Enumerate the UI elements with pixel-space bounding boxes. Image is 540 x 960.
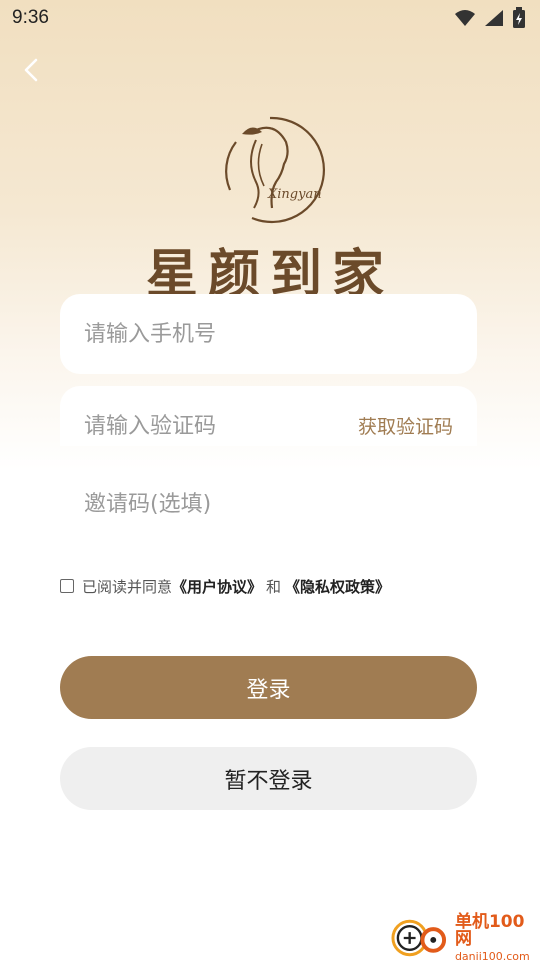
privacy-policy-link[interactable]: 《隐私权政策》 [285,576,390,597]
agreement-checkbox[interactable] [60,579,74,593]
agreement-and: 和 [266,577,282,596]
phone-field[interactable] [60,294,477,374]
code-field[interactable]: 获取验证码 [60,386,477,446]
logo-text: Xingyan [267,187,322,202]
watermark-sub: danji100.com [454,950,530,960]
user-agreement-link[interactable]: 《用户协议》 [172,576,262,597]
phone-input[interactable] [84,314,453,354]
brand-logo: Xingyan [225,116,326,224]
agreement-row: 已阅读并同意 《用户协议》 和 《隐私权政策》 [60,574,390,598]
invite-field[interactable] [60,464,477,544]
wifi-icon [455,10,475,26]
watermark-main: 单机100网 [454,912,525,949]
status-bar: 9:36 [0,0,540,36]
status-icons [454,7,526,29]
chevron-left-icon [24,58,38,82]
back-button[interactable] [14,52,50,88]
signal-icon [485,10,503,26]
invite-input[interactable] [84,484,453,524]
skip-login-button[interactable]: 暂不登录 [60,747,477,810]
watermark-logo-icon [391,919,447,957]
battery-icon [513,7,525,28]
agreement-prefix: 已阅读并同意 [82,577,173,596]
watermark: 单机100网 danji100.com [390,914,540,960]
get-code-button[interactable]: 获取验证码 [358,412,453,439]
brand-title: 星颜到家 [145,244,394,294]
watermark-text: 单机100网 danji100.com [455,914,540,960]
login-button[interactable]: 登录 [60,656,477,719]
status-time: 9:36 [12,7,49,28]
code-input[interactable] [84,406,358,446]
